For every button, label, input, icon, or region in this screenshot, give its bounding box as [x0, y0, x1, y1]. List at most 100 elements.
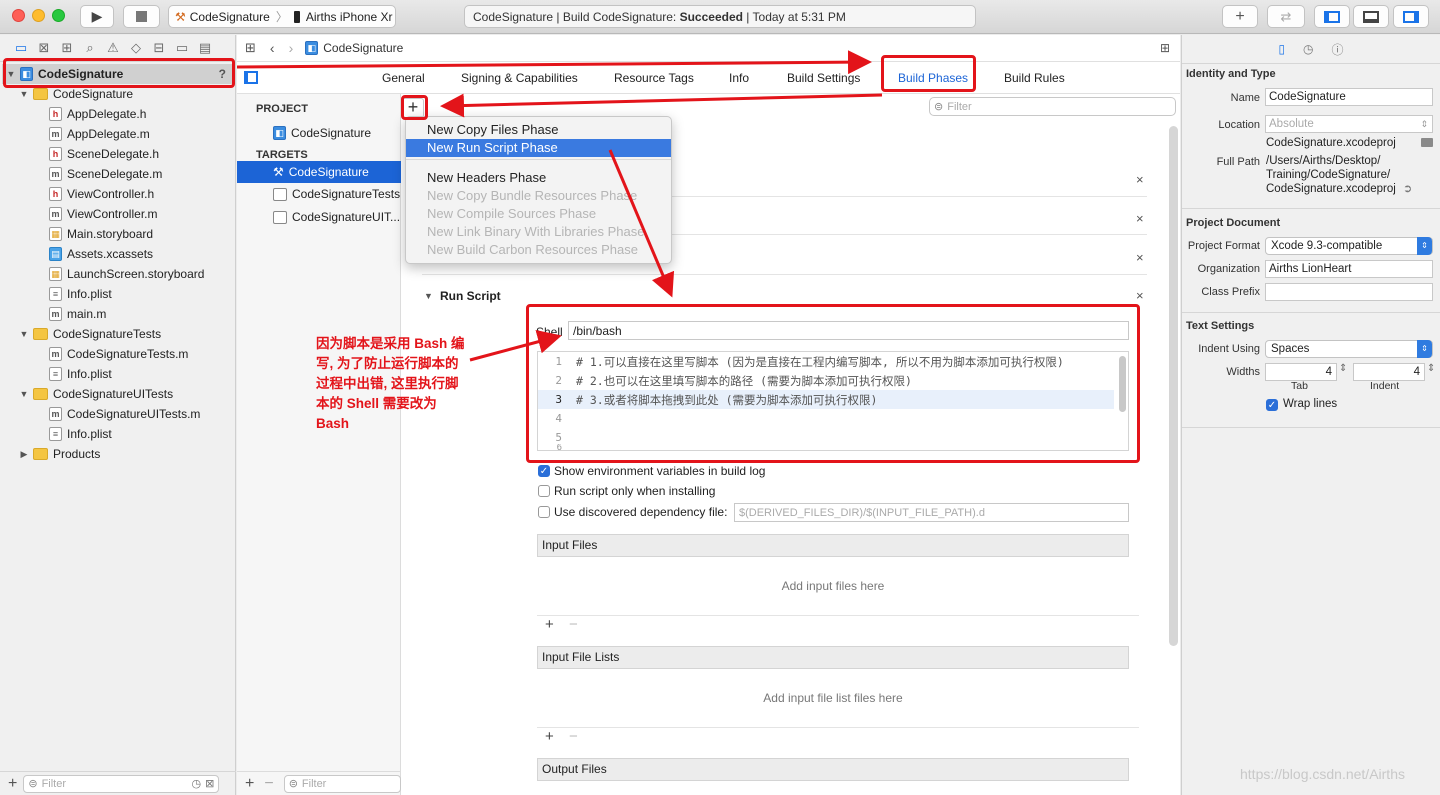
search-icon[interactable]: ⌕ — [83, 40, 97, 56]
tree-file[interactable]: h ViewController.h — [0, 184, 236, 204]
add-target-icon[interactable]: + — [245, 775, 254, 793]
hide-targets-icon[interactable] — [244, 71, 258, 84]
project-item[interactable]: ◧ CodeSignature — [237, 122, 401, 144]
tree-file[interactable]: h AppDelegate.h — [0, 104, 236, 124]
clock-icon[interactable]: ◷ — [192, 777, 202, 790]
location-popup[interactable]: Absolute ⇕ — [1265, 115, 1433, 133]
indent-width-field[interactable]: 4 — [1353, 363, 1425, 381]
tree-file[interactable]: h SceneDelegate.h — [0, 144, 236, 164]
menu-item-copy-files[interactable]: New Copy Files Phase — [406, 121, 671, 139]
source-control-icon[interactable]: ⊠ — [37, 40, 51, 56]
help-icon[interactable]: ⓘ — [1332, 41, 1344, 58]
disclosure-closed-icon[interactable]: ▶ — [19, 449, 29, 460]
code-review-button[interactable]: ⇄ — [1267, 5, 1305, 28]
tree-file[interactable]: ▦ Main.storyboard — [0, 224, 236, 244]
navigator-filter-input[interactable]: ⊜ Filter ◷ ⊠ — [23, 774, 220, 793]
delete-phase-icon[interactable]: × — [1136, 288, 1144, 303]
delete-phase-icon[interactable]: × — [1136, 172, 1144, 187]
history-icon[interactable]: ◷ — [1303, 42, 1313, 56]
only-installing-checkbox[interactable] — [538, 485, 550, 497]
dependency-file-checkbox[interactable] — [538, 506, 550, 518]
toggle-debug-area-button[interactable] — [1353, 5, 1389, 28]
tree-file[interactable]: ≡ Info.plist — [0, 364, 236, 384]
tree-file[interactable]: m main.m — [0, 304, 236, 324]
warning-icon[interactable]: ⚠ — [106, 40, 120, 56]
add-editor-icon[interactable]: ⊞ — [1160, 41, 1170, 55]
indent-using-popup[interactable]: Spaces ⇕ — [1265, 340, 1433, 358]
tree-folder-tests[interactable]: ▼ CodeSignatureTests — [0, 324, 236, 344]
run-button[interactable]: ▶ — [80, 5, 114, 28]
tree-file[interactable]: ▦ LaunchScreen.storyboard — [0, 264, 236, 284]
show-env-checkbox[interactable]: ✓ — [538, 465, 550, 477]
indent-using-label: Indent Using — [1198, 343, 1260, 355]
tab-resource-tags[interactable]: Resource Tags — [614, 71, 694, 85]
add-input-file-icon[interactable]: + — [545, 616, 554, 633]
grid-icon[interactable]: ⊞ — [245, 40, 256, 56]
debug-icon[interactable]: ⊟ — [152, 40, 166, 56]
tab-build-rules[interactable]: Build Rules — [1004, 71, 1065, 85]
library-button[interactable]: + — [1222, 5, 1258, 28]
tab-general[interactable]: General — [382, 71, 425, 85]
symbol-icon[interactable]: ⊞ — [60, 40, 74, 56]
target-item-tests[interactable]: CodeSignatureTests — [237, 183, 401, 205]
tree-file[interactable]: m ViewController.m — [0, 204, 236, 224]
disclosure-open-icon[interactable]: ▼ — [19, 329, 29, 339]
vertical-scrollbar[interactable] — [1169, 126, 1178, 646]
zoom-window-button[interactable] — [52, 9, 65, 22]
disclosure-open-icon[interactable]: ▼ — [424, 291, 433, 301]
tree-file[interactable]: m CodeSignatureTests.m — [0, 344, 236, 364]
scm-filter-icon[interactable]: ⊠ — [205, 777, 214, 790]
project-format-popup[interactable]: Xcode 9.3-compatible ⇕ — [1265, 237, 1433, 255]
close-window-button[interactable] — [12, 9, 25, 22]
plus-icon[interactable]: + — [8, 775, 17, 793]
wrap-lines-checkbox[interactable]: ✓ — [1266, 399, 1278, 411]
tree-file[interactable]: m CodeSignatureUITests.m — [0, 404, 236, 424]
back-icon[interactable]: ‹ — [270, 40, 275, 56]
tab-width-field[interactable]: 4 — [1265, 363, 1337, 381]
stepper-icon[interactable]: ⇕ — [1427, 363, 1435, 374]
disclosure-open-icon[interactable]: ▼ — [19, 89, 29, 99]
targets-filter-input[interactable]: ⊜ Filter — [283, 774, 401, 793]
add-input-file-list-icon[interactable]: + — [545, 728, 554, 745]
remove-target-icon[interactable]: − — [264, 775, 273, 793]
test-icon[interactable]: ◇ — [129, 40, 143, 56]
folder-icon[interactable] — [1421, 138, 1433, 147]
tree-file[interactable]: m SceneDelegate.m — [0, 164, 236, 184]
tree-file[interactable]: ≡ Info.plist — [0, 284, 236, 304]
forward-icon[interactable]: › — [289, 40, 294, 56]
reveal-arrow-icon[interactable]: ➲ — [1403, 182, 1412, 195]
breakpoint-icon[interactable]: ▭ — [175, 40, 189, 56]
tab-info[interactable]: Info — [729, 71, 749, 85]
minimize-window-button[interactable] — [32, 9, 45, 22]
class-prefix-field[interactable] — [1265, 283, 1433, 301]
target-item-uitests[interactable]: CodeSignatureUIT... — [237, 206, 401, 228]
stepper-icon[interactable]: ⇕ — [1339, 363, 1347, 374]
dependency-file-input[interactable]: $(DERIVED_FILES_DIR)/$(INPUT_FILE_PATH).… — [734, 503, 1129, 522]
stop-button[interactable] — [123, 5, 160, 28]
menu-item-headers[interactable]: New Headers Phase — [406, 169, 671, 187]
tab-signing[interactable]: Signing & Capabilities — [461, 71, 578, 85]
target-item-app[interactable]: ⚒ CodeSignature — [237, 161, 401, 183]
phases-filter-input[interactable]: ⊜ Filter — [929, 97, 1176, 116]
name-field[interactable]: CodeSignature — [1265, 88, 1433, 106]
scheme-selector[interactable]: ⚒ CodeSignature 〉 Airths iPhone Xr — [168, 5, 396, 28]
remove-input-file-icon[interactable]: − — [569, 616, 578, 633]
breadcrumb[interactable]: CodeSignature — [323, 41, 403, 55]
file-icon[interactable]: ▯ — [1278, 42, 1285, 56]
toggle-inspector-button[interactable] — [1393, 5, 1429, 28]
remove-input-file-list-icon[interactable]: − — [569, 728, 578, 745]
organization-field[interactable]: Airths LionHeart — [1265, 260, 1433, 278]
delete-phase-icon[interactable]: × — [1136, 211, 1144, 226]
menu-item-run-script[interactable]: New Run Script Phase — [406, 139, 671, 157]
tree-folder-products[interactable]: ▶ Products — [0, 444, 236, 464]
toggle-navigator-button[interactable] — [1314, 5, 1350, 28]
tab-build-settings[interactable]: Build Settings — [787, 71, 860, 85]
tree-folder-uitests[interactable]: ▼ CodeSignatureUITests — [0, 384, 236, 404]
delete-phase-icon[interactable]: × — [1136, 250, 1144, 265]
tree-file[interactable]: ≡ Info.plist — [0, 424, 236, 444]
disclosure-open-icon[interactable]: ▼ — [19, 389, 29, 399]
tree-file[interactable]: m AppDelegate.m — [0, 124, 236, 144]
report-icon[interactable]: ▤ — [198, 40, 212, 56]
folder-icon[interactable]: ▭ — [14, 40, 28, 56]
tree-file[interactable]: ▤ Assets.xcassets — [0, 244, 236, 264]
